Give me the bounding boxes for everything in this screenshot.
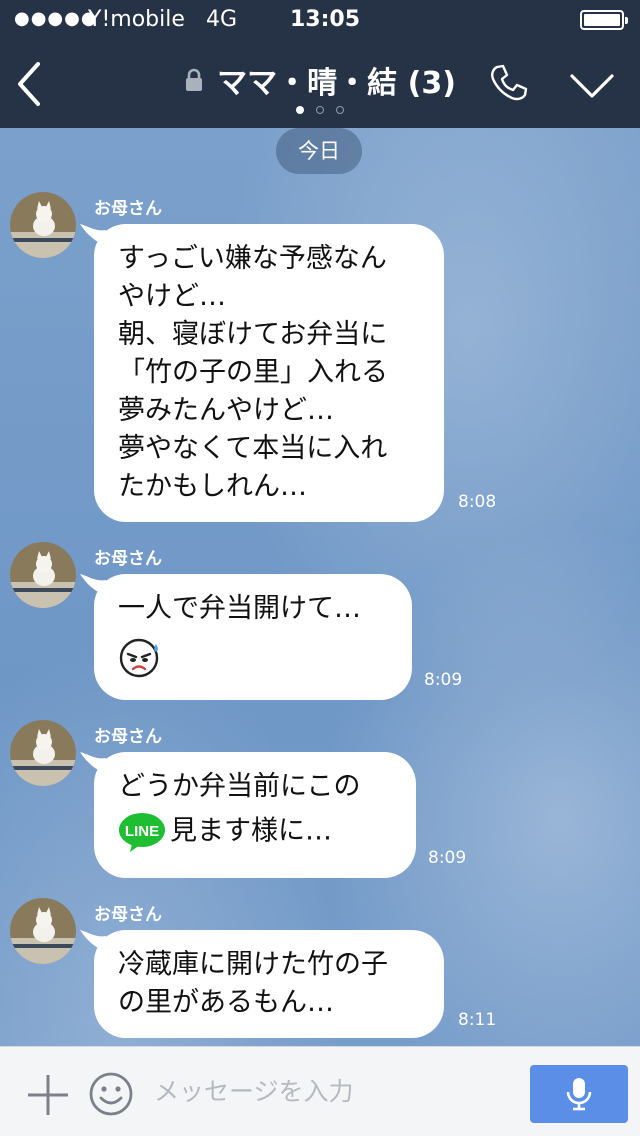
avatar[interactable] xyxy=(10,720,76,786)
message-line: 見ます様に… xyxy=(170,815,332,847)
message-list[interactable]: 今日 お母さん すっごい嫌な予感なん やけど… 朝、寝ぼけてお弁当に 「竹の子の… xyxy=(0,128,640,1046)
message-line: 夢やなくて本当に入れ xyxy=(118,433,388,464)
sender-name: お母さん xyxy=(94,549,162,569)
line-logo-icon: LINE xyxy=(119,813,165,852)
message-line: 夢みたんやけど… xyxy=(118,395,334,426)
microphone-icon xyxy=(566,1078,592,1111)
message-bubble[interactable]: どうか弁当前にこの LINE 見ます様に… xyxy=(94,752,416,878)
cat-avatar-image xyxy=(10,720,76,786)
call-button[interactable] xyxy=(488,62,530,104)
cat-avatar-image xyxy=(10,898,76,964)
carrier-name: Y!mobile xyxy=(88,7,185,32)
line-logo-text: LINE xyxy=(125,823,159,840)
message-line: やけど… xyxy=(118,281,226,312)
page-dot xyxy=(336,106,344,114)
lock-icon xyxy=(186,68,203,91)
sender-name: お母さん xyxy=(94,727,162,747)
back-button[interactable] xyxy=(12,58,48,110)
message-bubble[interactable]: すっごい嫌な予感なん やけど… 朝、寝ぼけてお弁当に 「竹の子の里」入れる 夢み… xyxy=(94,224,444,522)
sender-name: お母さん xyxy=(94,905,162,925)
status-time: 13:05 xyxy=(290,7,361,32)
page-indicator xyxy=(294,106,346,116)
message-line: どうか弁当前にこの xyxy=(118,771,361,802)
message-line: 一人で弁当開けて… xyxy=(118,593,361,624)
sweating-face-icon xyxy=(119,638,159,678)
message-line-with-badge: LINE 見ます様に… xyxy=(118,812,392,852)
page-dot xyxy=(316,106,324,114)
message-time: 8:09 xyxy=(424,670,463,690)
message-bubble[interactable]: 冷蔵庫に開けた竹の子 の里があるもん… xyxy=(94,930,444,1038)
avatar[interactable] xyxy=(10,192,76,258)
chat-screen: ●●●●● Y!mobile 4G 13:05 ママ・晴・結 (3) 今日 お母… xyxy=(0,0,640,1136)
status-bar: ●●●●● Y!mobile 4G 13:05 xyxy=(0,0,640,40)
menu-toggle-button[interactable] xyxy=(568,70,616,102)
message-time: 8:09 xyxy=(428,848,467,868)
add-attachment-button[interactable] xyxy=(26,1073,70,1117)
cat-avatar-image xyxy=(10,542,76,608)
chat-title: ママ・晴・結 (3) xyxy=(217,66,456,101)
page-dot-active xyxy=(296,106,304,114)
chat-title-area[interactable]: ママ・晴・結 (3) xyxy=(180,58,460,101)
top-bar: ●●●●● Y!mobile 4G 13:05 ママ・晴・結 (3) xyxy=(0,0,640,128)
date-separator: 今日 xyxy=(276,128,362,174)
message-line: 「竹の子の里」入れる xyxy=(118,357,388,388)
sticker-button[interactable] xyxy=(88,1071,134,1117)
avatar[interactable] xyxy=(10,898,76,964)
voice-input-button[interactable] xyxy=(530,1065,628,1123)
message-bubble[interactable]: 一人で弁当開けて… xyxy=(94,574,412,700)
battery-icon xyxy=(580,10,628,30)
message-input[interactable] xyxy=(152,1065,516,1117)
message-time: 8:11 xyxy=(458,1010,497,1030)
message-line: 冷蔵庫に開けた竹の子 xyxy=(118,949,388,980)
sender-name: お母さん xyxy=(94,199,162,219)
message-line: たかもしれん… xyxy=(118,471,307,502)
signal-strength: ●●●●● xyxy=(14,8,98,29)
network-type: 4G xyxy=(206,7,238,32)
chevron-down-icon xyxy=(570,74,614,98)
chevron-left-icon xyxy=(18,62,40,106)
phone-icon xyxy=(491,64,528,101)
cat-avatar-image xyxy=(10,192,76,258)
message-input-bar xyxy=(0,1046,640,1136)
message-line: すっごい嫌な予感なん xyxy=(118,243,387,274)
message-line: 朝、寝ぼけてお弁当に xyxy=(118,319,388,350)
avatar[interactable] xyxy=(10,542,76,608)
smiley-icon xyxy=(89,1072,133,1116)
plus-icon xyxy=(28,1075,68,1115)
message-emoji-row xyxy=(118,636,388,678)
message-time: 8:08 xyxy=(458,492,497,512)
message-line: の里があるもん… xyxy=(118,987,334,1018)
